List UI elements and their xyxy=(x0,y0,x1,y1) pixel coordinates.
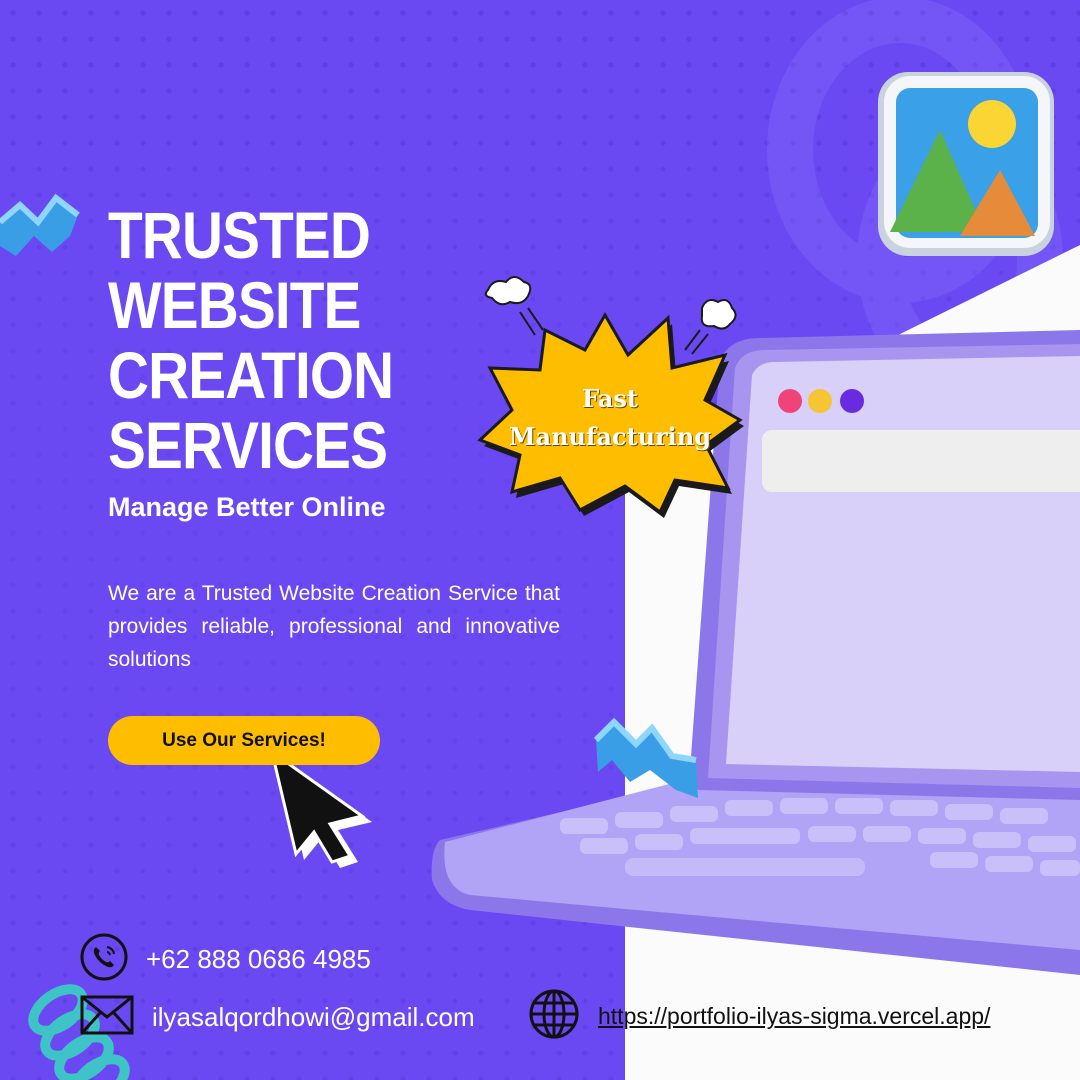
envelope-icon xyxy=(80,995,134,1040)
image-gallery-icon xyxy=(878,72,1054,256)
contact-phone[interactable]: +62 888 0686 4985 xyxy=(80,933,371,986)
website-link[interactable]: https://portfolio-ilyas-sigma.vercel.app… xyxy=(598,1003,990,1030)
title-line-2: CREATION xyxy=(108,338,394,412)
description: We are a Trusted Website Creation Servic… xyxy=(108,582,560,671)
contact-email[interactable]: ilyasalqordhowi@gmail.com xyxy=(80,995,475,1040)
title-line-3: SERVICES xyxy=(108,408,388,482)
title-line-1: TRUSTED WEBSITE xyxy=(108,198,371,342)
badge-line-1: Fast xyxy=(582,384,638,413)
globe-icon xyxy=(528,988,580,1045)
decorative-artwork xyxy=(0,0,1080,1080)
email-address: ilyasalqordhowi@gmail.com xyxy=(152,1002,475,1032)
badge-line-2: Manufacturing xyxy=(508,422,712,451)
subtitle: Manage Better Online xyxy=(108,492,386,522)
squiggle-decoration-left xyxy=(0,193,80,256)
use-our-services-button[interactable]: Use Our Services! xyxy=(108,716,380,765)
contact-website[interactable]: https://portfolio-ilyas-sigma.vercel.app… xyxy=(528,988,990,1045)
page-title: TRUSTED WEBSITE CREATION SERVICES xyxy=(108,200,555,480)
mouse-cursor-icon xyxy=(269,748,372,868)
badge-label: Fast Manufacturing xyxy=(498,380,722,456)
phone-number: +62 888 0686 4985 xyxy=(146,944,371,974)
phone-icon xyxy=(80,933,128,986)
